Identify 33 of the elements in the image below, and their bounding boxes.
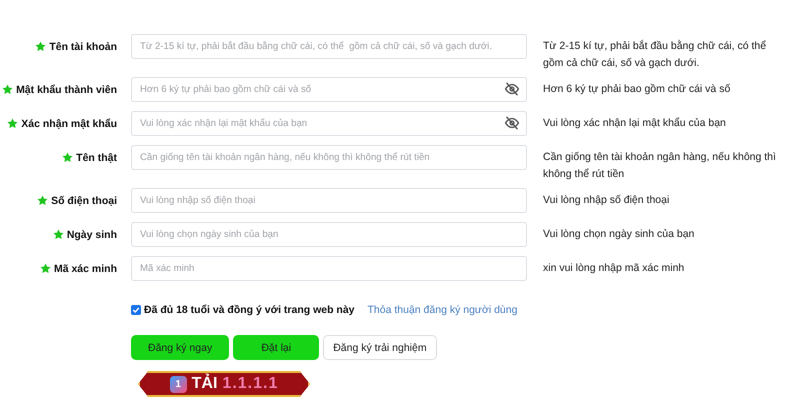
field-label: Xác nhận mật khẩu — [21, 118, 117, 130]
eye-slash-icon[interactable] — [504, 116, 520, 130]
field-label: Số điện thoại — [51, 194, 117, 206]
field-hint: Vui lòng nhập số điện thoại — [543, 193, 670, 208]
agreement-label: Đã đủ 18 tuổi và đồng ý với trang web này — [144, 304, 355, 316]
field-hint: Từ 2-15 kí tự, phải bắt đầu bằng chữ cái, có thể gồm cả chữ cái, số và gạch dưới. — [543, 38, 768, 71]
field-hint: Vui lòng xác nhận lại mật khẩu của bạn — [543, 116, 727, 131]
field-hint: Cần giống tên tài khoản ngân hàng, nếu không thì không thể rút tiền — [543, 150, 777, 182]
user-agreement-link[interactable]: Thỏa thuận đăng ký người dùng — [368, 304, 518, 316]
secondary-button[interactable]: Đăng ký trải nghiệm — [323, 335, 437, 360]
input-field[interactable]: Cần giống tên tài khoản ngân hàng, nếu không thì không thể rút tiền — [131, 145, 527, 170]
banner-text: TẢI — [192, 375, 218, 393]
input-field[interactable]: Vui lòng nhập số điện thoại — [131, 188, 527, 213]
field-hint: xin vui lòng nhập mã xác minh — [543, 261, 686, 276]
app-logo-icon: 1 — [170, 376, 187, 392]
eye-slash-icon[interactable] — [504, 82, 520, 96]
input-field[interactable]: Vui lòng chọn ngày sinh của bạn — [131, 222, 527, 247]
field-hint: Hơn 6 ký tự phải bao gồm chữ cái và số — [543, 82, 732, 97]
primary-button[interactable]: Đăng ký ngay — [131, 335, 230, 360]
banner-number: 1.1.1.1 — [222, 375, 278, 393]
input-field[interactable]: Từ 2-15 kí tự, phải bắt đầu bằng chữ cái, có thể gồm cả chữ cái, số và gạch dưới. — [131, 34, 527, 59]
field-label: Tên thật — [76, 152, 117, 164]
download-banner[interactable]: 1 TẢI 1.1.1.1 — [138, 371, 310, 397]
field-label: Mã xác minh — [54, 262, 117, 274]
field-label: Ngày sinh — [66, 228, 117, 240]
password-field[interactable]: Vui lòng xác nhận lại mật khẩu của bạn — [131, 111, 527, 136]
input-field[interactable]: Mã xác minh — [131, 256, 527, 281]
primary-button[interactable]: Đặt lại — [233, 335, 320, 360]
field-hint: Vui lòng chọn ngày sinh của bạn — [543, 227, 696, 242]
checkbox[interactable] — [131, 305, 141, 315]
field-label: Tên tài khoản — [49, 40, 117, 52]
password-field[interactable]: Hơn 6 ký tự phải bao gồm chữ cái và số — [131, 77, 527, 102]
field-label: Mật khẩu thành viên — [16, 84, 117, 96]
